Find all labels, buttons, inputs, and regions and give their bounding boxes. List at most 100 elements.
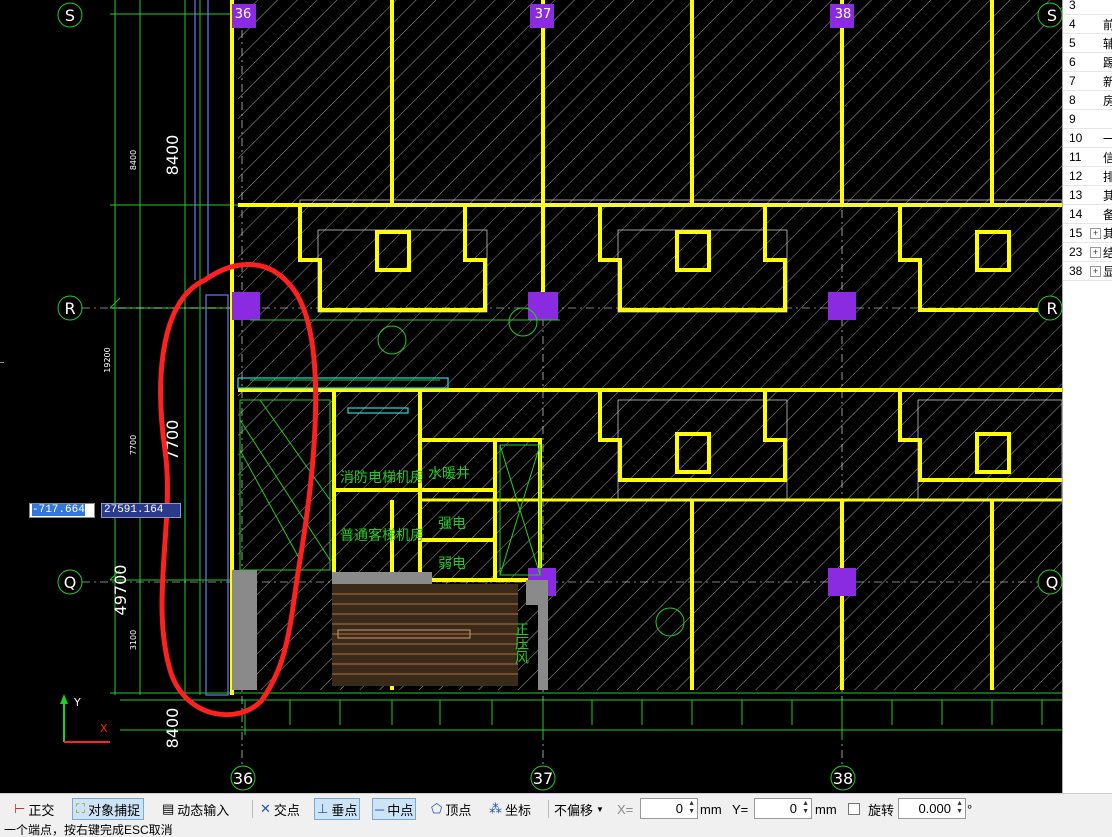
layer-row-number: 11 bbox=[1069, 150, 1082, 164]
layer-row[interactable]: 11 信 bbox=[1063, 148, 1112, 167]
dyn-input-label: 动态输入 bbox=[177, 802, 230, 818]
dim-3100: 3100 bbox=[129, 630, 138, 650]
layer-row[interactable]: 15 + 其 bbox=[1063, 224, 1112, 243]
x-unit: mm bbox=[700, 801, 722, 817]
layer-row-number: 7 bbox=[1069, 74, 1076, 88]
expand-icon[interactable]: + bbox=[1090, 247, 1101, 258]
snap-intersection[interactable]: ✕ 交点 bbox=[260, 798, 300, 820]
snap-coordinate[interactable]: ⁂ 坐标 bbox=[489, 798, 531, 820]
layer-row-label: 一 bbox=[1103, 132, 1112, 146]
x-offset-input[interactable]: 0 ▲ ▼ bbox=[640, 798, 698, 819]
osnap-toggle[interactable]: ⛶ 对象捕捉 bbox=[72, 798, 145, 820]
layer-row[interactable]: 7新 bbox=[1063, 72, 1112, 91]
room-weak-current: 弱电 bbox=[438, 556, 466, 572]
snap-perpendicular[interactable]: ⊥ 垂点 bbox=[314, 798, 361, 820]
layer-row-number: 10 bbox=[1069, 131, 1083, 145]
layer-row[interactable]: 14 备 bbox=[1063, 205, 1112, 224]
dim-49700: 49700 bbox=[111, 565, 130, 616]
layer-row-number: 6 bbox=[1069, 55, 1076, 69]
dim-7700-small: 7700 bbox=[129, 435, 138, 455]
x-offset-value: 0 bbox=[675, 801, 683, 816]
dim-8400-bottom: 8400 bbox=[163, 708, 182, 749]
layer-row-number: 8 bbox=[1069, 93, 1076, 107]
layer-row-number: 4 bbox=[1069, 17, 1076, 31]
grid-label-q-right: Q bbox=[1046, 573, 1059, 592]
layer-row[interactable]: 3 bbox=[1063, 0, 1112, 15]
offset-select-value: 不偏移 bbox=[554, 802, 594, 818]
dim-8400-small: 8400 bbox=[129, 150, 138, 170]
layer-row-number: 5 bbox=[1069, 36, 1076, 50]
ortho-label: 正交 bbox=[28, 802, 55, 818]
degree-symbol: ° bbox=[967, 801, 973, 817]
grid-label-38-top: 38 bbox=[835, 7, 852, 22]
layer-row-label: 新 bbox=[1103, 75, 1112, 89]
cursor-x-input[interactable]: -717.664 bbox=[29, 503, 95, 518]
grid-label-37-top: 37 bbox=[535, 7, 552, 22]
grid-label-38: 38 bbox=[833, 769, 853, 788]
ortho-toggle[interactable]: ⊢ 正交 bbox=[14, 798, 54, 820]
spinner-icon[interactable]: ▲ ▼ bbox=[956, 800, 963, 816]
layer-row-label: 信 bbox=[1103, 151, 1112, 165]
cad-drawing[interactable]: S R Q 36 37 38 S R Q 36 37 38 8400 8400 … bbox=[0, 0, 1062, 793]
status-toolbar: ⊢ 正交 ⛶ 对象捕捉 ▤ 动态输入 ✕ 交点 ⊥ 垂点 ─ 中点 ⬠ 顶点 ⁂… bbox=[0, 793, 1112, 824]
vertex-icon: ⬠ bbox=[431, 801, 443, 816]
chevron-down-icon: ▼ bbox=[596, 804, 604, 814]
spinner-icon[interactable]: ▲ ▼ bbox=[802, 800, 809, 816]
intersection-icon: ✕ bbox=[260, 801, 271, 816]
layer-row-label: 房 bbox=[1103, 94, 1112, 108]
y-unit: mm bbox=[815, 801, 837, 817]
perpendicular-icon: ⊥ bbox=[317, 801, 329, 816]
drawing-canvas[interactable]: S R Q 36 37 38 S R Q 36 37 38 8400 8400 … bbox=[0, 0, 1062, 793]
layer-row[interactable]: 8房 bbox=[1063, 91, 1112, 110]
layer-panel[interactable]: 3 4 前 5 辅 6 踢 7 新 8 房 9 10 一 11 信 12 排 13 其 14 备 15 + 其 23 + 结 38 + 显 bbox=[1062, 0, 1112, 793]
layer-row-number: 13 bbox=[1069, 188, 1083, 202]
cursor-y-input[interactable]: 27591.164 bbox=[101, 503, 181, 518]
layer-row[interactable]: 10 一 bbox=[1063, 129, 1112, 148]
rotate-value: 0.000 bbox=[918, 801, 951, 816]
layer-row[interactable]: 9 bbox=[1063, 110, 1112, 129]
coordinate-label: 坐标 bbox=[505, 802, 532, 818]
y-offset-input[interactable]: 0 ▲ ▼ bbox=[754, 798, 812, 819]
dyn-input-toggle[interactable]: ▤ 动态输入 bbox=[162, 798, 229, 820]
svg-text:X: X bbox=[100, 722, 108, 735]
x-label: X= bbox=[617, 801, 634, 817]
layer-row[interactable]: 6踢 bbox=[1063, 53, 1112, 72]
snap-midpoint[interactable]: ─ 中点 bbox=[372, 798, 417, 820]
layer-row-number: 3 bbox=[1069, 0, 1076, 12]
layer-row[interactable]: 12 排 bbox=[1063, 167, 1112, 186]
layer-row-number: 38 bbox=[1069, 264, 1083, 278]
svg-text:Y: Y bbox=[73, 696, 81, 709]
separator bbox=[548, 800, 549, 818]
expand-icon[interactable]: + bbox=[1090, 228, 1101, 239]
edge-marker bbox=[0, 362, 4, 363]
grid-label-36-top: 36 bbox=[235, 7, 252, 22]
prompt-text: 一个端点，按右键完成ESC取消 bbox=[4, 824, 173, 837]
snap-vertex[interactable]: ⬠ 顶点 bbox=[431, 798, 471, 820]
layer-row-number: 23 bbox=[1069, 245, 1083, 259]
grid-label-r: R bbox=[64, 299, 75, 318]
layer-row[interactable]: 4前 bbox=[1063, 15, 1112, 34]
layer-row-label: 其 bbox=[1103, 189, 1112, 203]
dim-19200: 19200 bbox=[103, 347, 112, 372]
intersection-label: 交点 bbox=[273, 802, 300, 818]
layer-row-number: 12 bbox=[1069, 169, 1083, 183]
rotate-checkbox[interactable]: 旋转 bbox=[848, 798, 894, 820]
layer-row[interactable]: 5辅 bbox=[1063, 34, 1112, 53]
rotate-input[interactable]: 0.000 ▲ ▼ bbox=[898, 798, 966, 819]
vertex-label: 顶点 bbox=[445, 802, 472, 818]
spinner-icon[interactable]: ▲ ▼ bbox=[688, 800, 695, 816]
command-prompt: 一个端点，按右键完成ESC取消 bbox=[0, 824, 1112, 837]
layer-row-number: 9 bbox=[1069, 112, 1076, 126]
layer-row[interactable]: 23 + 结 bbox=[1063, 243, 1112, 262]
layer-row[interactable]: 13 其 bbox=[1063, 186, 1112, 205]
expand-icon[interactable]: + bbox=[1090, 266, 1101, 277]
midpoint-icon: ─ bbox=[375, 801, 385, 817]
offset-select[interactable]: 不偏移 ▼ bbox=[554, 798, 612, 820]
room-passenger-elevator: 普通客梯机房 bbox=[340, 527, 424, 544]
checkbox-icon[interactable] bbox=[848, 803, 860, 815]
grid-label-q: Q bbox=[64, 573, 77, 592]
layer-row-label: 踢 bbox=[1103, 56, 1112, 70]
layer-row-number: 14 bbox=[1069, 207, 1083, 221]
ucs-icon: Y X bbox=[60, 694, 110, 743]
layer-row[interactable]: 38 + 显 bbox=[1063, 262, 1112, 281]
